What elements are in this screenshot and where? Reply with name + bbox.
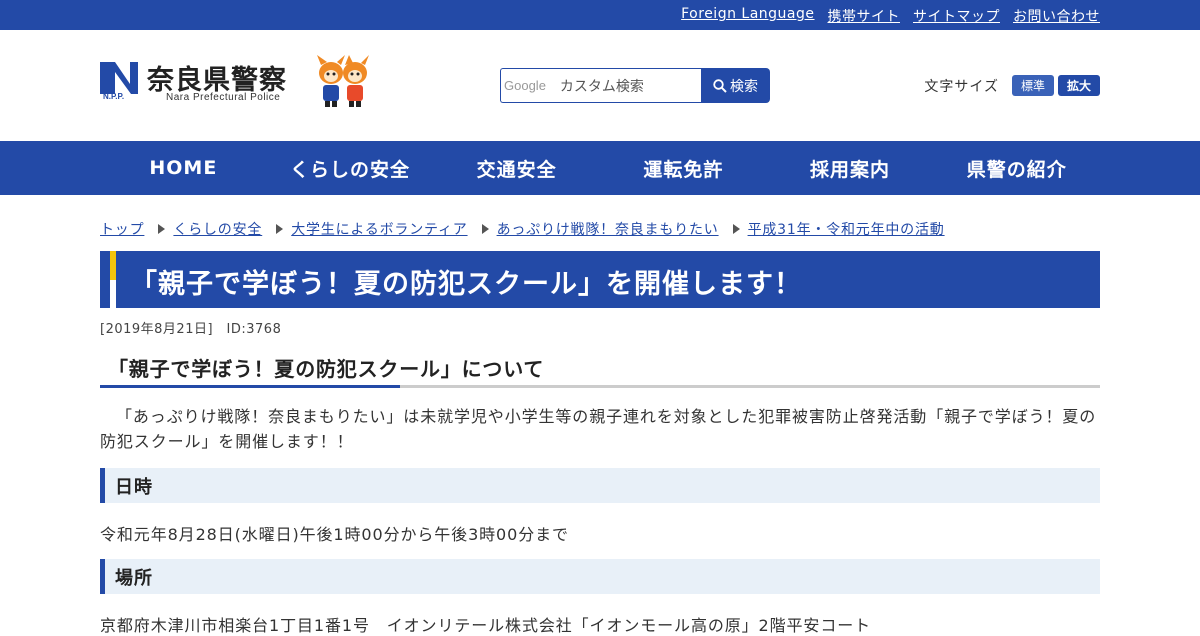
section-title: 「親子で学ぼう！夏の防犯スクール」について: [108, 357, 545, 381]
page-meta: [2019年8月21日] ID:3768: [100, 322, 282, 337]
utility-links: Foreign Language 携帯サイト サイトマップ お問い合わせ: [681, 6, 1100, 26]
chevron-right-icon: [158, 224, 166, 234]
place-text: 京都府木津川市相楽台1丁目1番1号 イオンリテール株式会社「イオンモール高の原」…: [100, 616, 872, 635]
search-input[interactable]: Google カスタム検索: [500, 68, 701, 103]
nav-about[interactable]: 県警の紹介: [933, 141, 1100, 195]
top-bar: Foreign Language 携帯サイト サイトマップ お問い合わせ: [0, 0, 1200, 30]
search-button[interactable]: 検索: [701, 68, 770, 103]
chevron-right-icon: [732, 224, 740, 234]
title-accent-lower: [110, 280, 116, 308]
search-icon: [713, 78, 727, 93]
font-size-large-button[interactable]: 拡大: [1057, 75, 1100, 96]
font-size-label: 文字サイズ: [924, 78, 999, 95]
search-placeholder: カスタム検索: [559, 78, 644, 95]
nav-traffic-safety[interactable]: 交通安全: [433, 141, 600, 195]
section-underline: [100, 385, 400, 388]
site-header: N.P.P. 奈良県警察 Nara Prefectural Police Goo…: [0, 30, 1200, 141]
site-logo[interactable]: N.P.P. 奈良県警察 Nara Prefectural Police: [100, 30, 380, 110]
breadcrumb-item[interactable]: 平成31年・令和元年中の活動: [748, 219, 945, 239]
mobile-site-link[interactable]: 携帯サイト: [828, 6, 901, 26]
breadcrumb-item[interactable]: 大学生によるボランティア: [291, 219, 467, 239]
section-heading: 「親子で学ぼう！夏の防犯スクール」について: [100, 353, 1100, 388]
place-heading: 場所: [100, 559, 1100, 594]
contact-link[interactable]: お問い合わせ: [1013, 6, 1100, 26]
mascot-icon: [317, 55, 369, 107]
npp-logo-icon: [100, 62, 138, 94]
nav-home[interactable]: HOME: [100, 141, 267, 195]
global-nav: HOME くらしの安全 交通安全 運転免許 採用案内 県警の紹介: [0, 141, 1200, 195]
nav-drivers-license[interactable]: 運転免許: [600, 141, 767, 195]
font-size-control: 文字サイズ 標準 拡大: [924, 75, 1100, 96]
chevron-right-icon: [276, 224, 284, 234]
nav-recruitment[interactable]: 採用案内: [767, 141, 934, 195]
font-size-standard-button[interactable]: 標準: [1011, 75, 1054, 96]
breadcrumb: トップ くらしの安全 大学生によるボランティア あっぷりけ戦隊！奈良まもりたい …: [100, 219, 945, 239]
intro-paragraph: 「あっぷりけ戦隊！奈良まもりたい」は未就学児や小学生等の親子連れを対象とした犯罪…: [100, 407, 1097, 451]
date-heading: 日時: [100, 468, 1100, 503]
page-title: 「親子で学ぼう！夏の防犯スクール」を開催します！: [130, 269, 802, 300]
nav-living-safety[interactable]: くらしの安全: [267, 141, 434, 195]
chevron-right-icon: [481, 224, 489, 234]
logo-abbr: N.P.P.: [103, 92, 125, 101]
date-text: 令和元年8月28日(水曜日)午後1時00分から午後3時00分まで: [100, 525, 569, 544]
foreign-language-link[interactable]: Foreign Language: [681, 6, 814, 26]
page-title-bar: 「親子で学ぼう！夏の防犯スクール」を開催します！: [100, 251, 1100, 308]
breadcrumb-item[interactable]: くらしの安全: [173, 219, 262, 239]
google-brand: Google: [504, 78, 546, 93]
search-button-label: 検索: [730, 78, 758, 95]
breadcrumb-item[interactable]: トップ: [100, 219, 144, 239]
logo-subtitle: Nara Prefectural Police: [166, 92, 281, 103]
site-search: Google カスタム検索 検索: [500, 68, 770, 103]
breadcrumb-item[interactable]: あっぷりけ戦隊！奈良まもりたい: [497, 219, 719, 239]
sitemap-link[interactable]: サイトマップ: [913, 6, 1000, 26]
